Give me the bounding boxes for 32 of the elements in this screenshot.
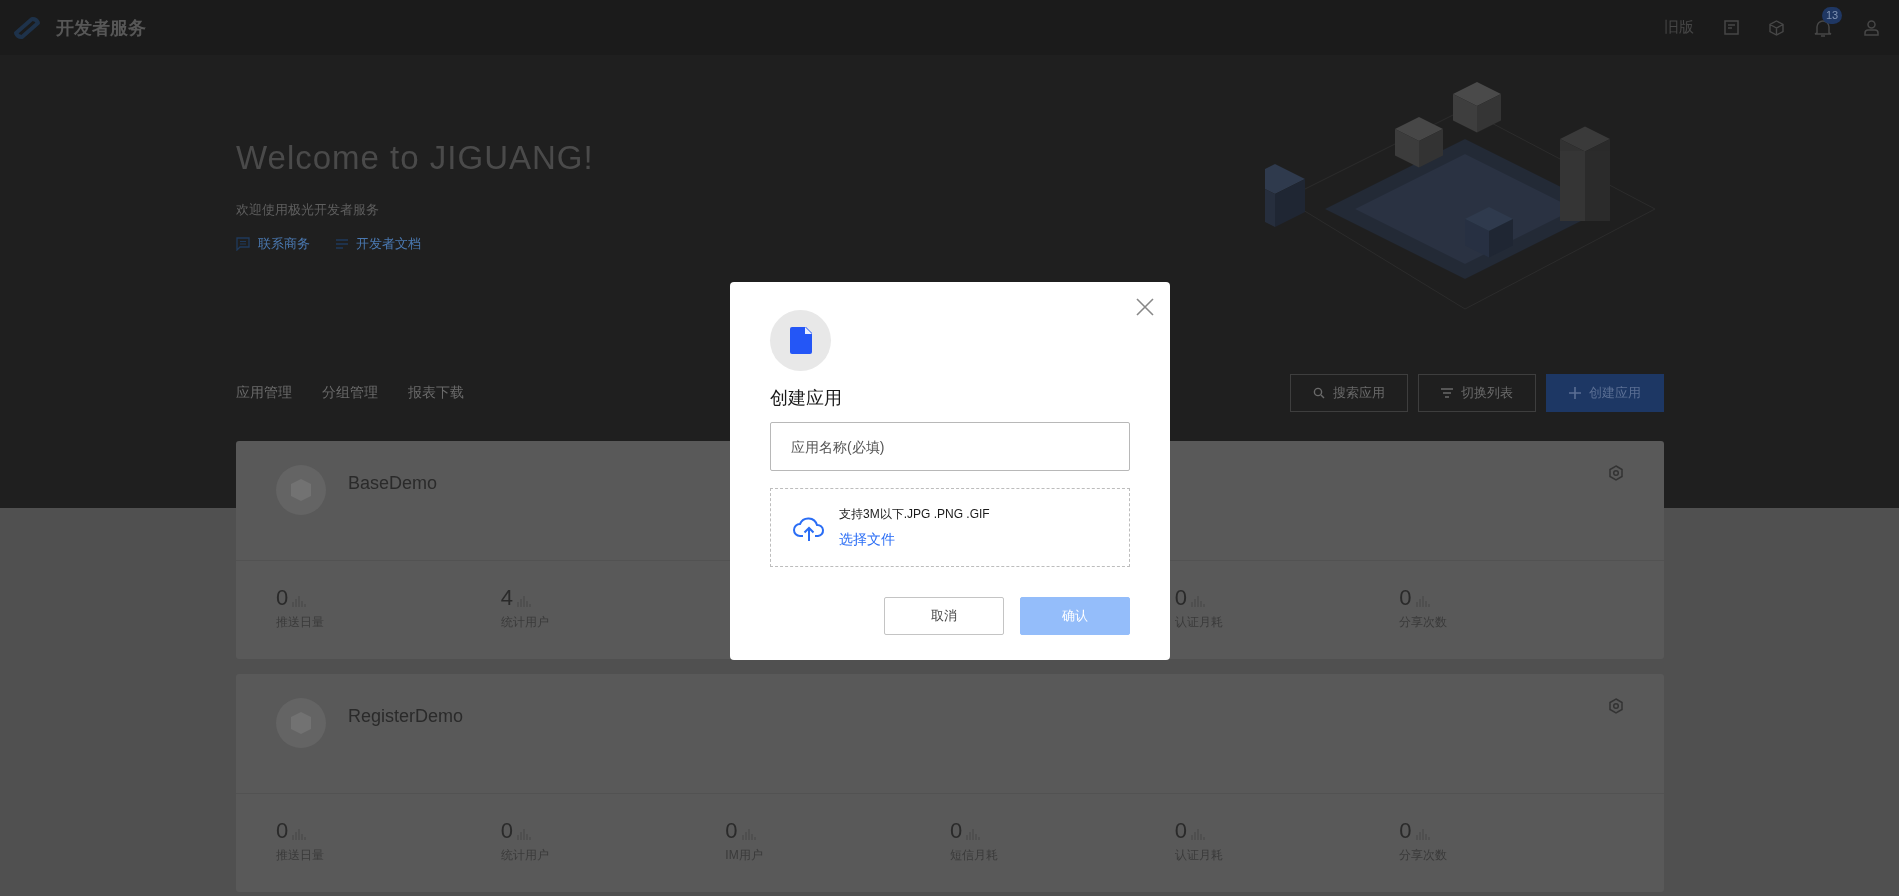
- cube-icon[interactable]: [1769, 19, 1784, 36]
- bell-icon[interactable]: [1814, 17, 1832, 38]
- document-icon[interactable]: [1724, 20, 1739, 35]
- nav-tab[interactable]: 报表下载: [408, 384, 464, 402]
- welcome-subtitle: 欢迎使用极光开发者服务: [236, 201, 380, 219]
- hero-link[interactable]: 联系商务: [236, 235, 310, 253]
- dialog-title: 创建应用: [770, 387, 843, 410]
- app-avatar: [276, 465, 326, 515]
- nav-tab[interactable]: 应用管理: [236, 384, 292, 402]
- create-app-button[interactable]: 创建应用: [1546, 374, 1664, 412]
- notification-badge: 13: [1822, 6, 1843, 24]
- upload-area[interactable]: 支持3M以下.JPG .PNG .GIF 选择文件: [770, 488, 1130, 567]
- logo-icon: [12, 14, 42, 41]
- brand-title: 开发者服务: [56, 16, 146, 40]
- search-app-button[interactable]: 搜索应用: [1290, 374, 1408, 412]
- plus-icon: [1569, 387, 1581, 399]
- chat-icon: [236, 237, 250, 251]
- settings-icon[interactable]: [1608, 465, 1624, 481]
- app-name-field[interactable]: 应用名称(必填): [770, 422, 1130, 471]
- file-icon: [789, 327, 812, 354]
- toggle-list-button[interactable]: 切换列表: [1418, 374, 1536, 412]
- list-icon: [1441, 388, 1453, 398]
- upload-hint: 支持3M以下.JPG .PNG .GIF: [839, 506, 990, 523]
- user-icon[interactable]: [1864, 19, 1879, 36]
- choose-file-link[interactable]: 选择文件: [839, 531, 990, 549]
- app-avatar: [276, 698, 326, 748]
- lines-icon: [336, 238, 348, 250]
- settings-icon[interactable]: [1608, 698, 1624, 714]
- cancel-button[interactable]: 取消: [884, 597, 1004, 635]
- nav-tab[interactable]: 分组管理: [322, 384, 378, 402]
- search-icon: [1313, 387, 1325, 399]
- hero-link[interactable]: 开发者文档: [336, 235, 421, 253]
